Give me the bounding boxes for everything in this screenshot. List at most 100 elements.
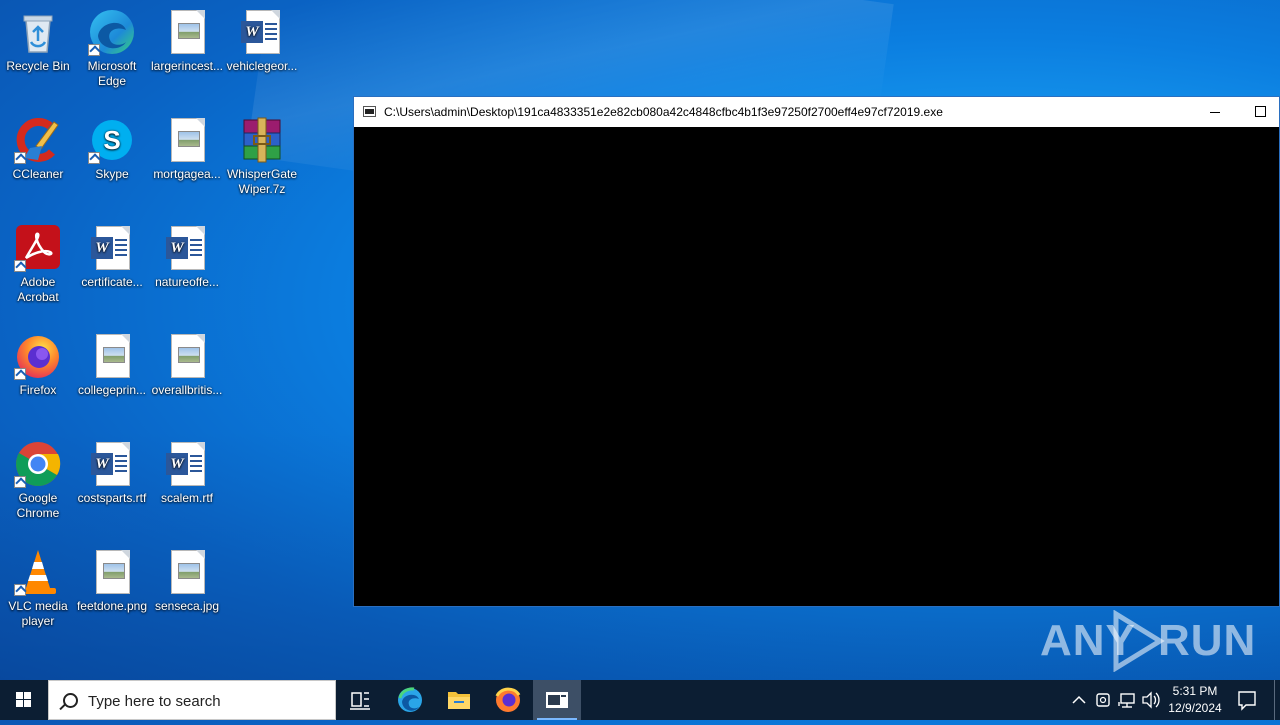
- desktop-icon-word-file[interactable]: W costsparts.rtf: [74, 440, 150, 506]
- tray-volume-button[interactable]: [1140, 680, 1162, 720]
- desktop-icon-label: Firefox: [19, 383, 57, 397]
- watermark-text-right: RUN: [1158, 616, 1257, 665]
- desktop-icon-skype[interactable]: S Skype: [74, 116, 150, 182]
- firefox-icon: [14, 332, 62, 380]
- taskbar-file-explorer-button[interactable]: [435, 680, 483, 720]
- desktop-icon-image-file[interactable]: collegeprin...: [74, 332, 150, 398]
- desktop-icon-label: Microsoft Edge: [87, 59, 137, 88]
- task-view-icon: [350, 692, 370, 710]
- desktop-icon-google-chrome[interactable]: Google Chrome: [0, 440, 76, 521]
- image-file-icon: [163, 8, 211, 56]
- taskbar: Type here to search 5:31 PM 12/9/2024: [0, 680, 1280, 720]
- network-icon: [1118, 693, 1135, 708]
- desktop-icon-label: VLC media player: [8, 599, 68, 628]
- desktop-icon-label: natureoffe...: [155, 275, 219, 289]
- console-window[interactable]: C:\Users\admin\Desktop\191ca4833351e2e82…: [353, 96, 1280, 607]
- image-file-icon: [163, 332, 211, 380]
- taskbar-firefox-button[interactable]: [484, 680, 532, 720]
- console-titlebar[interactable]: C:\Users\admin\Desktop\191ca4833351e2e82…: [354, 97, 1279, 127]
- desktop-icon-label: senseca.jpg: [154, 599, 220, 613]
- show-desktop-button[interactable]: [1274, 680, 1280, 720]
- clock-date: 12/9/2024: [1168, 701, 1222, 715]
- word-document-icon: W: [163, 224, 211, 272]
- desktop-icon-image-file[interactable]: overallbritis...: [149, 332, 225, 398]
- action-center-button[interactable]: [1232, 680, 1262, 720]
- desktop-icon-image-file[interactable]: mortgagea...: [149, 116, 225, 182]
- desktop-icon-label: scalem.rtf: [160, 491, 213, 505]
- desktop-icon-word-file[interactable]: W natureoffe...: [149, 224, 225, 290]
- show-hidden-icons-button[interactable]: [1068, 680, 1090, 720]
- chevron-up-icon: [1072, 695, 1086, 704]
- taskbar-clock[interactable]: 5:31 PM 12/9/2024: [1160, 683, 1230, 717]
- desktop-icon-label: certificate...: [81, 275, 143, 289]
- speaker-icon: [1142, 691, 1160, 709]
- desktop-icon-label: feetdone.png: [76, 599, 148, 613]
- shortcut-arrow-icon: [14, 152, 26, 164]
- anyrun-watermark: ANY RUN: [1040, 610, 1255, 672]
- desktop-icon-adobe-acrobat[interactable]: Adobe Acrobat: [0, 224, 76, 305]
- desktop-icon-label: Skype: [95, 167, 129, 181]
- word-document-icon: W: [88, 224, 136, 272]
- desktop-icon-label: Google Chrome: [16, 491, 60, 520]
- desktop-icon-label: costsparts.rtf: [77, 491, 147, 505]
- taskbar-console-button[interactable]: [533, 680, 581, 720]
- desktop-icon-vlc[interactable]: VLC media player: [0, 548, 76, 629]
- desktop-icon-image-file[interactable]: largerincest...: [149, 8, 225, 74]
- desktop-icon-label: collegeprin...: [77, 383, 147, 397]
- desktop-icon-image-file[interactable]: feetdone.png: [74, 548, 150, 614]
- maximize-button[interactable]: [1238, 97, 1280, 127]
- image-file-icon: [88, 548, 136, 596]
- desktop-icon-label: Recycle Bin: [6, 59, 70, 73]
- notification-icon: [1238, 691, 1256, 711]
- meet-now-icon: [1096, 693, 1110, 707]
- microsoft-edge-icon: [398, 687, 422, 712]
- word-document-icon: W: [88, 440, 136, 488]
- image-file-icon: [163, 116, 211, 164]
- tray-network-button[interactable]: [1116, 680, 1138, 720]
- desktop-icon-word-file[interactable]: W vehiclegeor...: [224, 8, 300, 74]
- shortcut-arrow-icon: [14, 260, 26, 272]
- desktop-icon-microsoft-edge[interactable]: Microsoft Edge: [74, 8, 150, 89]
- firefox-icon: [495, 687, 521, 712]
- skype-icon: S: [88, 116, 136, 164]
- word-document-icon: W: [163, 440, 211, 488]
- windows-logo-icon: [16, 692, 32, 708]
- desktop-icon-label: overallbritis...: [151, 383, 223, 397]
- task-view-button[interactable]: [336, 680, 384, 720]
- taskbar-search-box[interactable]: Type here to search: [48, 680, 336, 720]
- image-file-icon: [163, 548, 211, 596]
- shortcut-arrow-icon: [14, 368, 26, 380]
- tray-meeting-icon-button[interactable]: [1092, 680, 1114, 720]
- desktop-icon-winrar-archive[interactable]: WhisperGate Wiper.7z: [224, 116, 300, 197]
- console-app-icon: [363, 106, 376, 117]
- desktop-icon-label: CCleaner: [12, 167, 64, 181]
- search-placeholder: Type here to search: [88, 693, 221, 710]
- taskbar-edge-button[interactable]: [386, 680, 434, 720]
- search-icon: [63, 693, 78, 708]
- image-file-icon: [88, 332, 136, 380]
- desktop-icon-firefox[interactable]: Firefox: [0, 332, 76, 398]
- desktop-icon-label: mortgagea...: [153, 167, 221, 181]
- vlc-cone-icon: [14, 548, 62, 596]
- winrar-archive-icon: [238, 116, 286, 164]
- desktop-icon-recycle-bin[interactable]: Recycle Bin: [0, 8, 76, 74]
- console-window-icon: [546, 692, 568, 708]
- desktop-icon-ccleaner[interactable]: CCleaner: [0, 116, 76, 182]
- word-document-icon: W: [238, 8, 286, 56]
- folder-icon: [448, 692, 470, 709]
- desktop-icon-label: vehiclegeor...: [226, 59, 298, 73]
- adobe-acrobat-icon: [14, 224, 62, 272]
- desktop-icon-image-file[interactable]: senseca.jpg: [149, 548, 225, 614]
- desktop-icon-word-file[interactable]: W certificate...: [74, 224, 150, 290]
- microsoft-edge-icon: [88, 8, 136, 56]
- ccleaner-icon: [14, 116, 62, 164]
- desktop-icon-label: Adobe Acrobat: [17, 275, 59, 304]
- shortcut-arrow-icon: [14, 476, 26, 488]
- desktop-icon-word-file[interactable]: W scalem.rtf: [149, 440, 225, 506]
- minimize-button[interactable]: [1192, 97, 1238, 127]
- start-button[interactable]: [0, 680, 48, 720]
- desktop-icon-label: WhisperGate Wiper.7z: [226, 167, 298, 196]
- svg-text:S: S: [103, 125, 120, 155]
- desktop-icon-label: largerincest...: [150, 59, 224, 73]
- shortcut-arrow-icon: [14, 584, 26, 596]
